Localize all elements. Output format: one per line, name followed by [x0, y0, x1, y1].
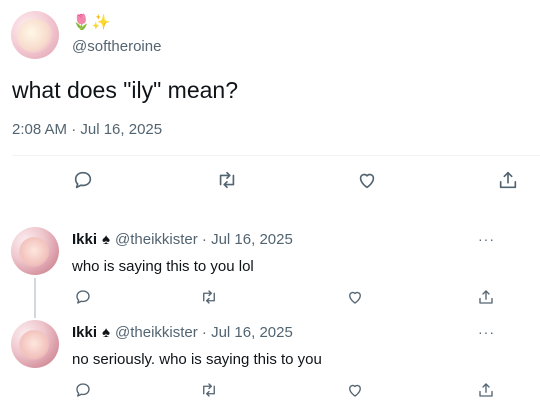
share-button[interactable] — [474, 378, 498, 402]
reply-button[interactable] — [71, 168, 95, 192]
share-icon — [479, 290, 493, 304]
reply-handle-date[interactable]: @theikkister · Jul 16, 2025 — [115, 324, 293, 342]
reply-author-name[interactable]: Ikki — [72, 324, 97, 342]
heart-icon — [349, 291, 361, 304]
tweet-timestamp[interactable]: 2:08 AM · Jul 16, 2025 — [12, 121, 162, 139]
thread-connector — [34, 278, 36, 318]
divider — [12, 155, 540, 156]
more-options-icon[interactable]: ··· — [478, 232, 495, 246]
share-icon — [479, 383, 493, 397]
reply-text: no seriously. who is saying this to you — [72, 351, 322, 368]
retweet-icon — [203, 383, 215, 397]
reply-text: who is saying this to you lol — [72, 258, 254, 275]
reply-header: Ikki ♠ @theikkister · Jul 16, 2025 — [72, 231, 293, 249]
reply-icon — [74, 171, 92, 189]
spade-badge-icon: ♠ — [102, 231, 110, 248]
share-button[interactable] — [474, 285, 498, 309]
reply-button[interactable] — [71, 285, 95, 309]
reply-avatar[interactable] — [11, 320, 59, 368]
author-handle[interactable]: @softheroine — [72, 38, 161, 56]
retweet-button[interactable] — [197, 285, 221, 309]
share-button[interactable] — [496, 168, 520, 192]
reply-author-name[interactable]: Ikki — [72, 231, 97, 249]
retweet-button[interactable] — [197, 378, 221, 402]
reply-header: Ikki ♠ @theikkister · Jul 16, 2025 — [72, 324, 293, 342]
heart-icon — [359, 173, 375, 189]
retweet-icon — [219, 171, 235, 189]
heart-icon — [349, 384, 361, 397]
more-options-icon[interactable]: ··· — [478, 325, 495, 339]
reply-avatar[interactable] — [11, 227, 59, 275]
spade-badge-icon: ♠ — [102, 324, 110, 341]
retweet-icon — [203, 290, 215, 304]
author-display-name[interactable]: 🌷✨ — [72, 14, 111, 32]
reply-icon — [76, 383, 90, 397]
like-button[interactable] — [343, 285, 367, 309]
reply-button[interactable] — [71, 378, 95, 402]
like-button[interactable] — [343, 378, 367, 402]
like-button[interactable] — [355, 168, 379, 192]
reply-handle-date[interactable]: @theikkister · Jul 16, 2025 — [115, 231, 293, 249]
reply-icon — [76, 290, 90, 304]
author-avatar[interactable] — [11, 11, 59, 59]
retweet-button[interactable] — [215, 168, 239, 192]
tweet-text: what does "ily" mean? — [12, 77, 239, 103]
share-icon — [499, 171, 517, 189]
